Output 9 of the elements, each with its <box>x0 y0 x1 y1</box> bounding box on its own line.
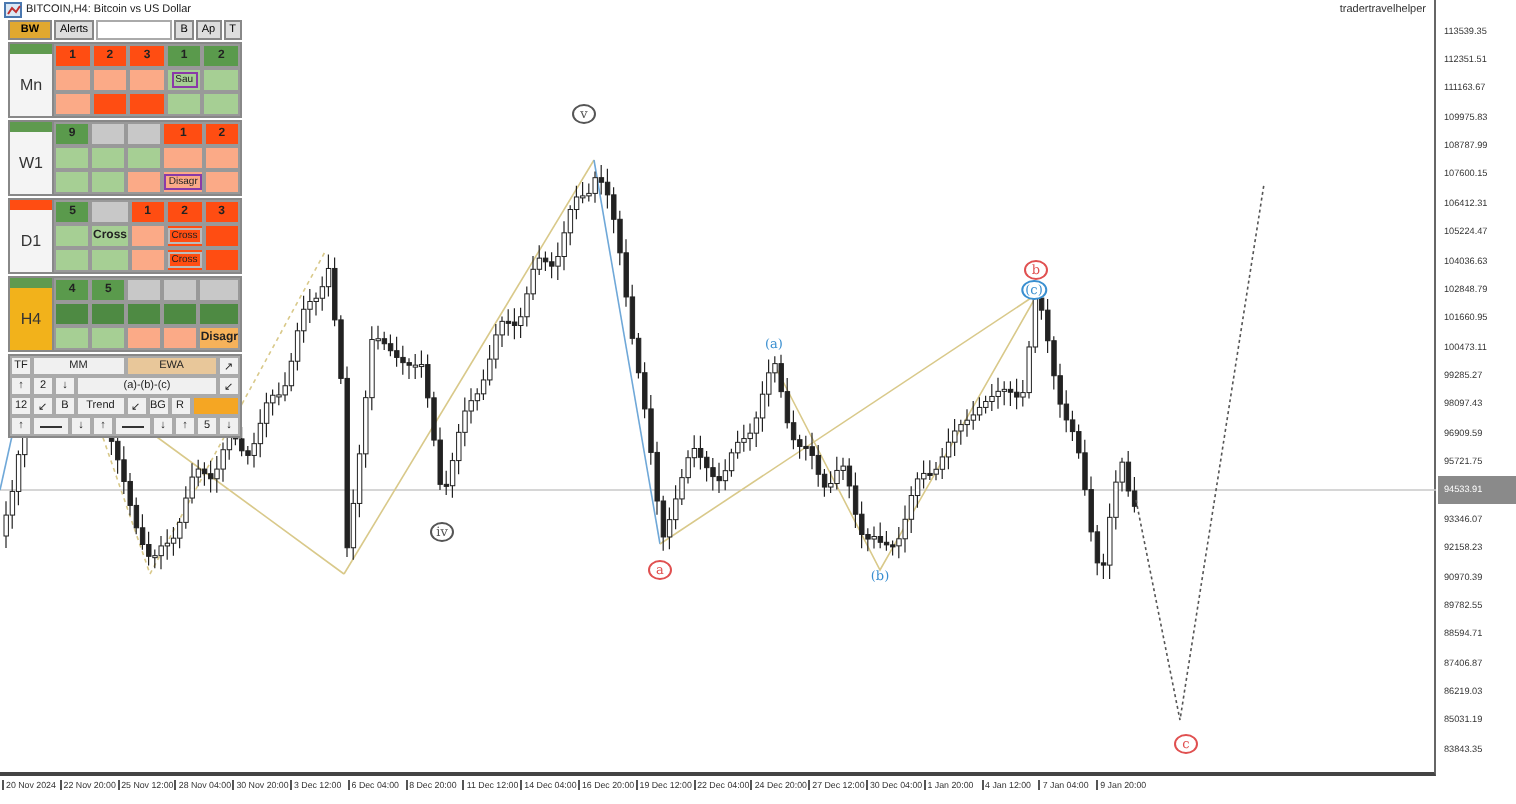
timeframe-label: H4 <box>10 288 52 350</box>
timeframe-label: Mn <box>10 54 52 116</box>
timeframe-label: D1 <box>10 210 52 272</box>
timeframe-label: W1 <box>10 132 52 194</box>
color-swatch[interactable] <box>191 396 240 416</box>
input-field[interactable] <box>96 20 173 40</box>
line-style-button[interactable] <box>114 416 152 436</box>
chart-icon <box>4 2 22 18</box>
line-style-button[interactable] <box>32 416 70 436</box>
